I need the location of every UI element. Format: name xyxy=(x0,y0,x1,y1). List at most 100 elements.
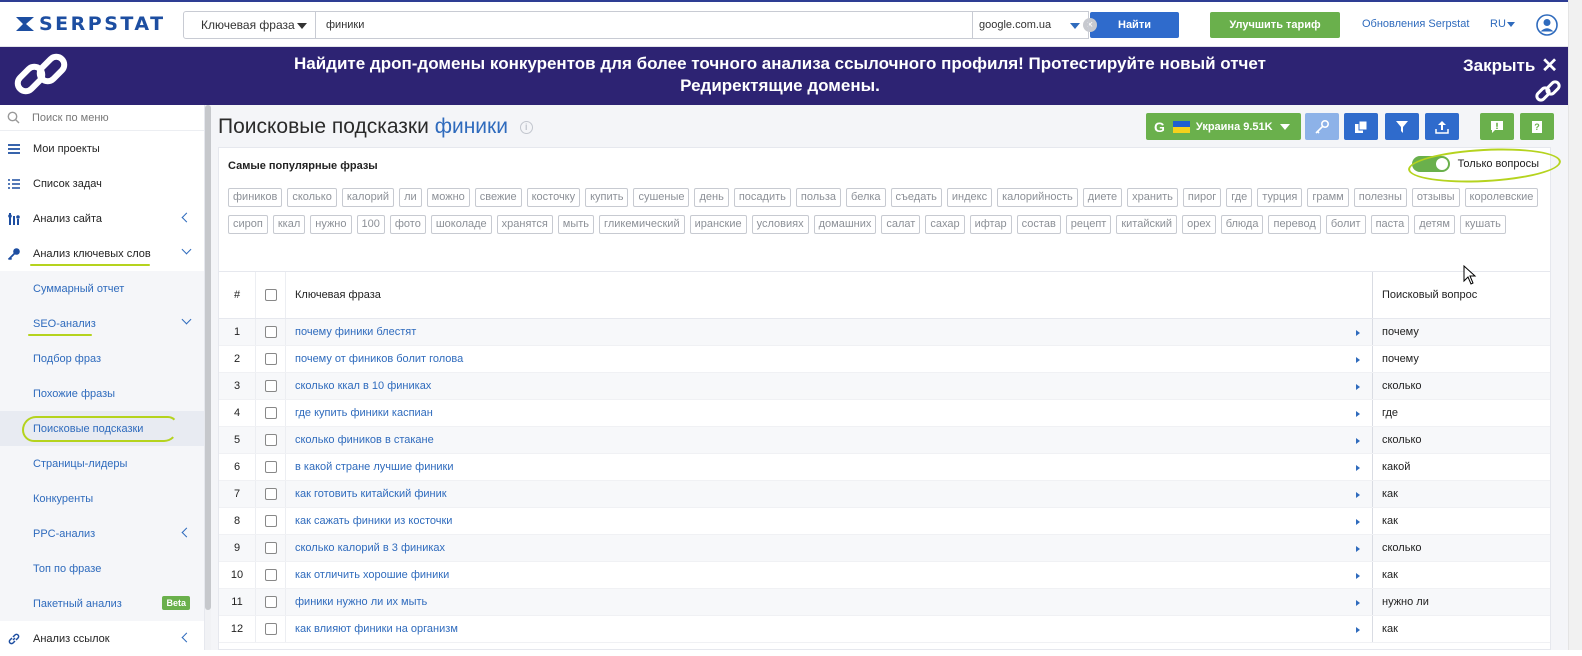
key-button[interactable] xyxy=(1305,113,1339,140)
phrase-tag[interactable]: салат xyxy=(881,215,921,234)
banner-line-2[interactable]: Редиректящие домены. xyxy=(250,75,1310,97)
phrase-tag[interactable]: условиях xyxy=(751,215,809,234)
table-row[interactable]: 1 почему финики блестят почему xyxy=(219,319,1550,346)
phrase-tag[interactable]: иранские xyxy=(689,215,747,234)
phrase-tag[interactable]: орех xyxy=(1182,215,1216,234)
caret-right-icon[interactable] xyxy=(1356,573,1360,579)
serpstat-logo[interactable]: SERPSTAT xyxy=(14,13,166,35)
row-checkbox[interactable] xyxy=(264,407,277,419)
search-type-select[interactable]: Ключевая фраза xyxy=(183,11,316,39)
row-checkbox[interactable] xyxy=(264,542,277,554)
phrase-tag[interactable]: день xyxy=(694,188,729,207)
phrase-tag[interactable]: посадить xyxy=(733,188,791,207)
phrase-tag[interactable]: купить xyxy=(585,188,629,207)
keyword-link[interactable]: где купить финики каспиан xyxy=(295,407,433,419)
row-checkbox[interactable] xyxy=(264,515,277,527)
row-checkbox[interactable] xyxy=(264,326,277,338)
phrase-tag[interactable]: 100 xyxy=(356,215,385,234)
keyword-link[interactable]: как отличить хорошие финики xyxy=(295,569,449,581)
sidebar-item-site-analysis[interactable]: Анализ сайта xyxy=(0,201,204,236)
row-checkbox[interactable] xyxy=(264,461,277,473)
feedback-button[interactable] xyxy=(1480,113,1514,140)
phrase-tag[interactable]: фото xyxy=(389,215,426,234)
phrase-tag[interactable]: фиников xyxy=(228,188,283,207)
phrase-tag[interactable]: гликемический xyxy=(599,215,685,234)
phrase-tag[interactable]: хранятся xyxy=(496,215,553,234)
phrase-tag[interactable]: сироп xyxy=(228,215,268,234)
phrase-tag[interactable]: сушеные xyxy=(633,188,690,207)
keyword-link[interactable]: сколько калорий в 3 финиках xyxy=(295,542,445,554)
phrase-tag[interactable]: индекс xyxy=(946,188,993,207)
phrase-tag[interactable]: китайский xyxy=(1116,215,1178,234)
table-row[interactable]: 8 как сажать финики из косточки как xyxy=(219,508,1550,535)
table-row[interactable]: 6 в какой стране лучшие финики какой xyxy=(219,454,1550,481)
phrase-tag[interactable]: ккал xyxy=(272,215,306,234)
caret-right-icon[interactable] xyxy=(1356,330,1360,336)
sidebar-item-batch-analysis[interactable]: Пакетный анализ Beta xyxy=(0,586,204,621)
phrase-tag[interactable]: кушать xyxy=(1459,215,1506,234)
info-icon[interactable]: i xyxy=(519,120,533,134)
sidebar-item-keyword-analysis[interactable]: Анализ ключевых слов xyxy=(0,236,204,271)
table-row[interactable]: 9 сколько калорий в 3 финиках сколько xyxy=(219,535,1550,562)
caret-right-icon[interactable] xyxy=(1356,465,1360,471)
sidebar-item-seo-analysis[interactable]: SEO-анализ xyxy=(0,306,204,341)
help-button[interactable]: ? xyxy=(1520,113,1554,140)
export-button[interactable] xyxy=(1425,113,1459,140)
row-checkbox[interactable] xyxy=(264,380,277,392)
phrase-tag[interactable]: свежие xyxy=(474,188,522,207)
row-checkbox[interactable] xyxy=(264,488,277,500)
sidebar-item-my-projects[interactable]: Мои проекты xyxy=(0,131,204,166)
phrase-tag[interactable]: блюда xyxy=(1220,215,1264,234)
database-select[interactable]: google.com.ua xyxy=(973,11,1089,39)
sidebar-item-search-suggestions[interactable]: Поисковые подсказки xyxy=(0,411,204,446)
phrase-tag[interactable]: сколько xyxy=(287,188,337,207)
keyword-link[interactable]: почему финики блестят xyxy=(295,326,416,338)
caret-right-icon[interactable] xyxy=(1356,519,1360,525)
phrase-tag[interactable]: пирог xyxy=(1182,188,1222,207)
table-row[interactable]: 7 как готовить китайский финик как xyxy=(219,481,1550,508)
col-keyword-header[interactable]: Ключевая фраза xyxy=(286,272,1372,318)
caret-right-icon[interactable] xyxy=(1356,492,1360,498)
phrase-tag[interactable]: съедать xyxy=(890,188,942,207)
phrase-tag[interactable]: королевские xyxy=(1464,188,1539,207)
keyword-link[interactable]: как готовить китайский финик xyxy=(295,488,447,500)
banner-close-button[interactable]: Закрыть ✕ xyxy=(1463,53,1558,78)
phrase-tag[interactable]: белка xyxy=(846,188,886,207)
updates-link[interactable]: Обновления Serpstat xyxy=(1362,18,1469,30)
phrase-tag[interactable]: домашних xyxy=(813,215,877,234)
phrase-tag[interactable]: перевод xyxy=(1268,215,1321,234)
region-select-button[interactable]: G Украина 9.51K xyxy=(1146,113,1301,140)
keyword-link[interactable]: как сажать финики из косточки xyxy=(295,515,452,527)
keyword-link[interactable]: сколько фиников в стакане xyxy=(295,434,434,446)
phrase-tag[interactable]: калорий xyxy=(341,188,395,207)
filter-button[interactable] xyxy=(1385,113,1419,140)
row-checkbox[interactable] xyxy=(264,434,277,446)
phrase-tag[interactable]: полезны xyxy=(1353,188,1407,207)
phrase-tag[interactable]: калорийность xyxy=(997,188,1078,207)
table-row[interactable]: 10 как отличить хорошие финики как xyxy=(219,562,1550,589)
phrase-tag[interactable]: шоколаде xyxy=(430,215,492,234)
col-question-header[interactable]: Поисковый вопрос xyxy=(1372,272,1550,318)
phrase-tag[interactable]: где xyxy=(1226,188,1253,207)
table-row[interactable]: 5 сколько фиников в стакане сколько xyxy=(219,427,1550,454)
phrase-tag[interactable]: отзывы xyxy=(1411,188,1460,207)
phrase-tag[interactable]: детям xyxy=(1414,215,1455,234)
keyword-link[interactable]: финики нужно ли их мыть xyxy=(295,596,427,608)
phrase-tag[interactable]: хранить xyxy=(1127,188,1178,207)
sidebar-item-ppc-analysis[interactable]: PPC-анализ xyxy=(0,516,204,551)
phrase-tag[interactable]: паста xyxy=(1370,215,1410,234)
sidebar-item-competitors[interactable]: Конкуренты xyxy=(0,481,204,516)
row-checkbox[interactable] xyxy=(264,623,277,635)
phrase-tag[interactable]: косточку xyxy=(526,188,581,207)
sidebar-item-summary-report[interactable]: Суммарный отчет xyxy=(0,271,204,306)
table-row[interactable]: 12 как влияют финики на организм как xyxy=(219,616,1550,643)
language-selector[interactable]: RU xyxy=(1490,18,1515,30)
table-row[interactable]: 4 где купить финики каспиан где xyxy=(219,400,1550,427)
phrase-tag[interactable]: диете xyxy=(1082,188,1123,207)
keyword-link[interactable]: как влияют финики на организм xyxy=(295,623,458,635)
select-all-checkbox[interactable] xyxy=(264,289,277,301)
table-row[interactable]: 11 финики нужно ли их мыть нужно ли xyxy=(219,589,1550,616)
phrase-tag[interactable]: болит xyxy=(1325,215,1366,234)
sidebar-item-link-analysis[interactable]: Анализ ссылок xyxy=(0,621,204,656)
keyword-link[interactable]: почему от фиников болит голова xyxy=(295,353,463,365)
